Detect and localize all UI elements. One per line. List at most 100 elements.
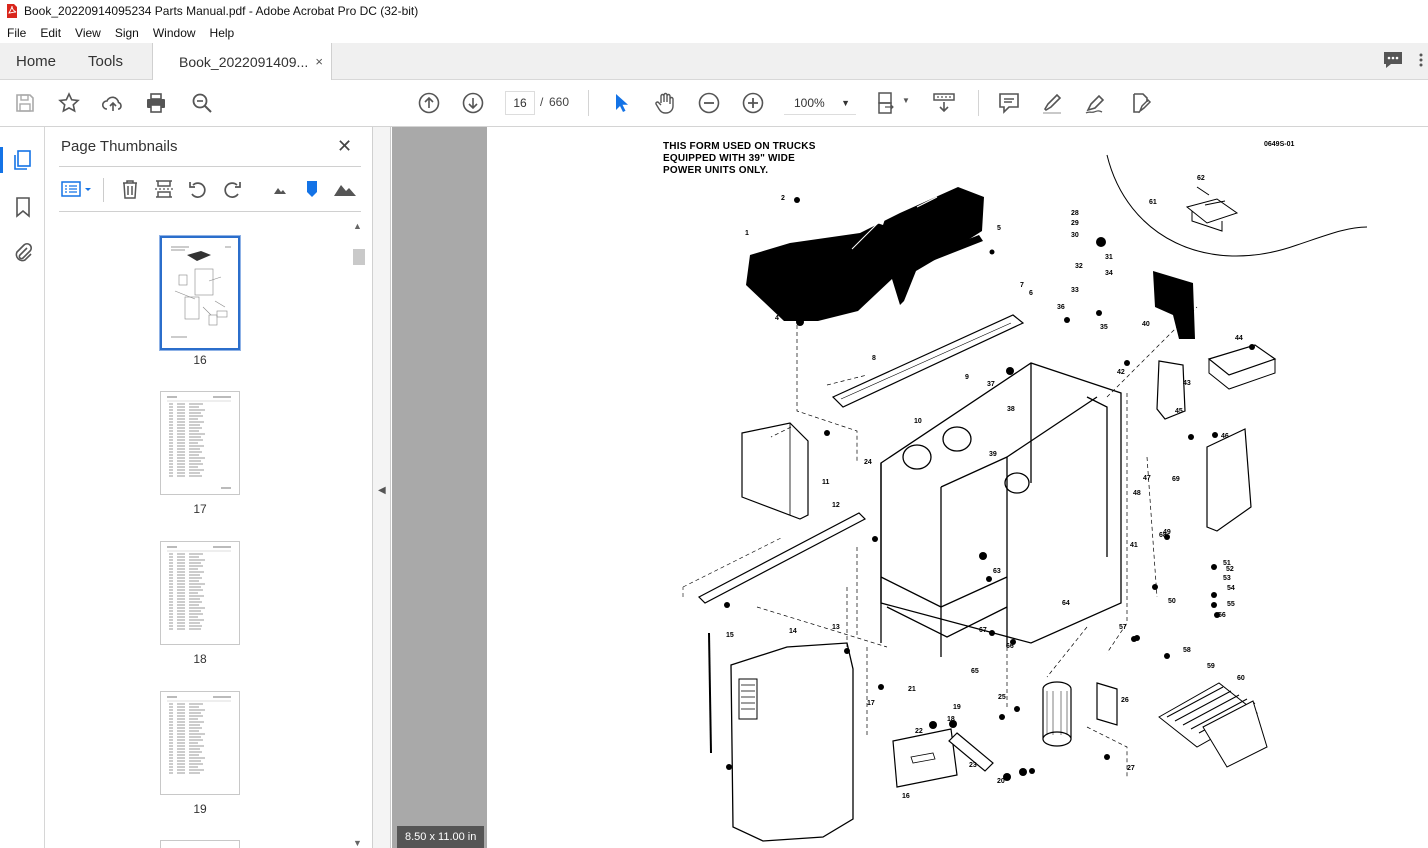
detail-bracket	[1185, 186, 1239, 232]
thumbnail-label-19: 19	[193, 802, 207, 816]
long-bar-part	[697, 512, 867, 604]
rotate-left-icon[interactable]	[187, 178, 209, 200]
thumbnail-label-18: 18	[193, 652, 207, 666]
draw-sign-icon[interactable]	[1084, 91, 1108, 115]
callout-label: 8	[872, 355, 876, 362]
larger-thumbnails-icon[interactable]	[333, 178, 357, 200]
tab-document[interactable]: Book_2022091409... ×	[152, 43, 332, 81]
page-size-indicator: 8.50 x 11.00 in	[397, 826, 485, 848]
fill-sign-icon[interactable]	[1128, 91, 1152, 115]
callout-label: 37	[987, 381, 995, 388]
callout-label: 66	[1006, 643, 1014, 650]
callout-label: 36	[1057, 304, 1065, 311]
scrolling-mode-icon[interactable]	[932, 91, 956, 115]
bracket-part	[1096, 682, 1118, 726]
collapse-chevron-left-icon[interactable]: ◀	[378, 485, 386, 496]
zoom-search-icon[interactable]	[190, 91, 214, 115]
tab-tools[interactable]: Tools	[88, 43, 123, 80]
main-frame-part	[880, 362, 1122, 657]
page-number-input[interactable]: 16	[505, 91, 535, 115]
save-icon[interactable]	[13, 91, 37, 115]
side-cover-part	[730, 642, 854, 842]
select-cursor-icon[interactable]	[609, 91, 633, 115]
thumbnail-page-19[interactable]	[160, 691, 240, 795]
callout-label: 67	[979, 627, 987, 634]
star-bookmark-icon[interactable]	[57, 91, 81, 115]
pdf-page: THIS FORM USED ON TRUCKS EQUIPPED WITH 3…	[487, 127, 1428, 848]
zoom-in-icon[interactable]	[741, 91, 765, 115]
rod-part	[708, 632, 712, 754]
thumbnail-size-slider-icon[interactable]	[301, 178, 323, 200]
highlighter-pen-icon[interactable]	[1040, 91, 1064, 115]
thumbnail-label-16: 16	[193, 353, 207, 367]
tab-close-icon[interactable]: ×	[315, 54, 323, 69]
scrollbar-thumb[interactable]	[353, 249, 365, 265]
thumbnail-label-17: 17	[193, 502, 207, 516]
callout-label: 39	[989, 451, 997, 458]
callout-label: 2	[781, 195, 785, 202]
delete-trash-icon[interactable]	[119, 178, 141, 200]
zoom-out-icon[interactable]	[697, 91, 721, 115]
hand-tool-icon[interactable]	[653, 91, 677, 115]
comment-icon[interactable]	[997, 91, 1021, 115]
callout-label: 68	[1159, 532, 1167, 539]
menu-window[interactable]: Window	[153, 26, 196, 40]
callout-label: 30	[1071, 232, 1079, 239]
upload-cloud-icon[interactable]	[101, 91, 125, 115]
toolbar-divider	[978, 90, 979, 116]
page-total: 660	[549, 95, 570, 109]
main-toolbar: 16 / 660 100% ▼ ▼	[0, 80, 1428, 127]
tab-home[interactable]: Home	[16, 43, 56, 80]
extract-pages-icon[interactable]	[153, 178, 175, 200]
comment-bubble-icon[interactable]	[1382, 49, 1404, 76]
bookmark-icon[interactable]	[11, 195, 35, 219]
step-plates-part	[1158, 682, 1268, 768]
callout-label: 25	[998, 694, 1006, 701]
thumbnail-options-icon[interactable]	[61, 178, 95, 200]
page-separator: /	[540, 95, 544, 109]
rotate-right-icon[interactable]	[221, 178, 243, 200]
menu-file[interactable]: File	[7, 26, 26, 40]
callout-label: 12	[832, 502, 840, 509]
callout-label: 11	[822, 479, 830, 486]
document-viewer[interactable]: THIS FORM USED ON TRUCKS EQUIPPED WITH 3…	[392, 127, 1428, 848]
next-page-icon[interactable]	[461, 91, 485, 115]
callout-label: 18	[947, 716, 955, 723]
tools-divider	[103, 178, 104, 202]
previous-page-icon[interactable]	[417, 91, 441, 115]
page-fit-icon[interactable]	[876, 91, 900, 115]
panel-close-icon[interactable]: ✕	[337, 136, 352, 157]
thumbnail-page-18[interactable]	[160, 541, 240, 645]
callout-label: 19	[953, 704, 961, 711]
thumbnail-page-17[interactable]	[160, 391, 240, 495]
zoom-level-value: 100%	[794, 96, 825, 110]
page-thumbnails-icon[interactable]	[11, 148, 35, 172]
menu-view[interactable]: View	[75, 26, 101, 40]
menu-edit[interactable]: Edit	[40, 26, 61, 40]
callout-label: 41	[1130, 542, 1138, 549]
callout-label: 32	[1075, 263, 1083, 270]
callout-label: 31	[1105, 254, 1113, 261]
thumbnail-page-next[interactable]	[160, 840, 240, 848]
zoom-level-select[interactable]: 100% ▼	[784, 91, 856, 115]
scroll-down-icon[interactable]: ▼	[353, 838, 362, 848]
panel-collapse-handle[interactable]: ◀	[373, 127, 391, 848]
print-icon[interactable]	[144, 91, 168, 115]
scroll-up-icon[interactable]: ▲	[353, 221, 362, 231]
page-fit-dropdown-icon[interactable]: ▼	[902, 96, 910, 105]
overflow-menu-icon[interactable]	[1418, 49, 1424, 76]
callout-label: 9	[965, 374, 969, 381]
chevron-down-icon: ▼	[841, 98, 850, 108]
callout-label: 46	[1221, 433, 1229, 440]
attachment-paperclip-icon[interactable]	[11, 241, 35, 265]
callout-label: 45	[1175, 408, 1183, 415]
thumbnail-page-16[interactable]	[160, 236, 240, 350]
callout-label: 52	[1226, 566, 1234, 573]
callout-label: 61	[1149, 199, 1157, 206]
thumbnail-scrollbar[interactable]: ▲ ▼	[351, 219, 365, 848]
tab-bar: Home Tools Book_2022091409... ×	[0, 43, 1428, 81]
callout-label: 14	[789, 628, 797, 635]
smaller-thumbnails-icon[interactable]	[269, 178, 291, 200]
menu-sign[interactable]: Sign	[115, 26, 139, 40]
menu-help[interactable]: Help	[210, 26, 235, 40]
